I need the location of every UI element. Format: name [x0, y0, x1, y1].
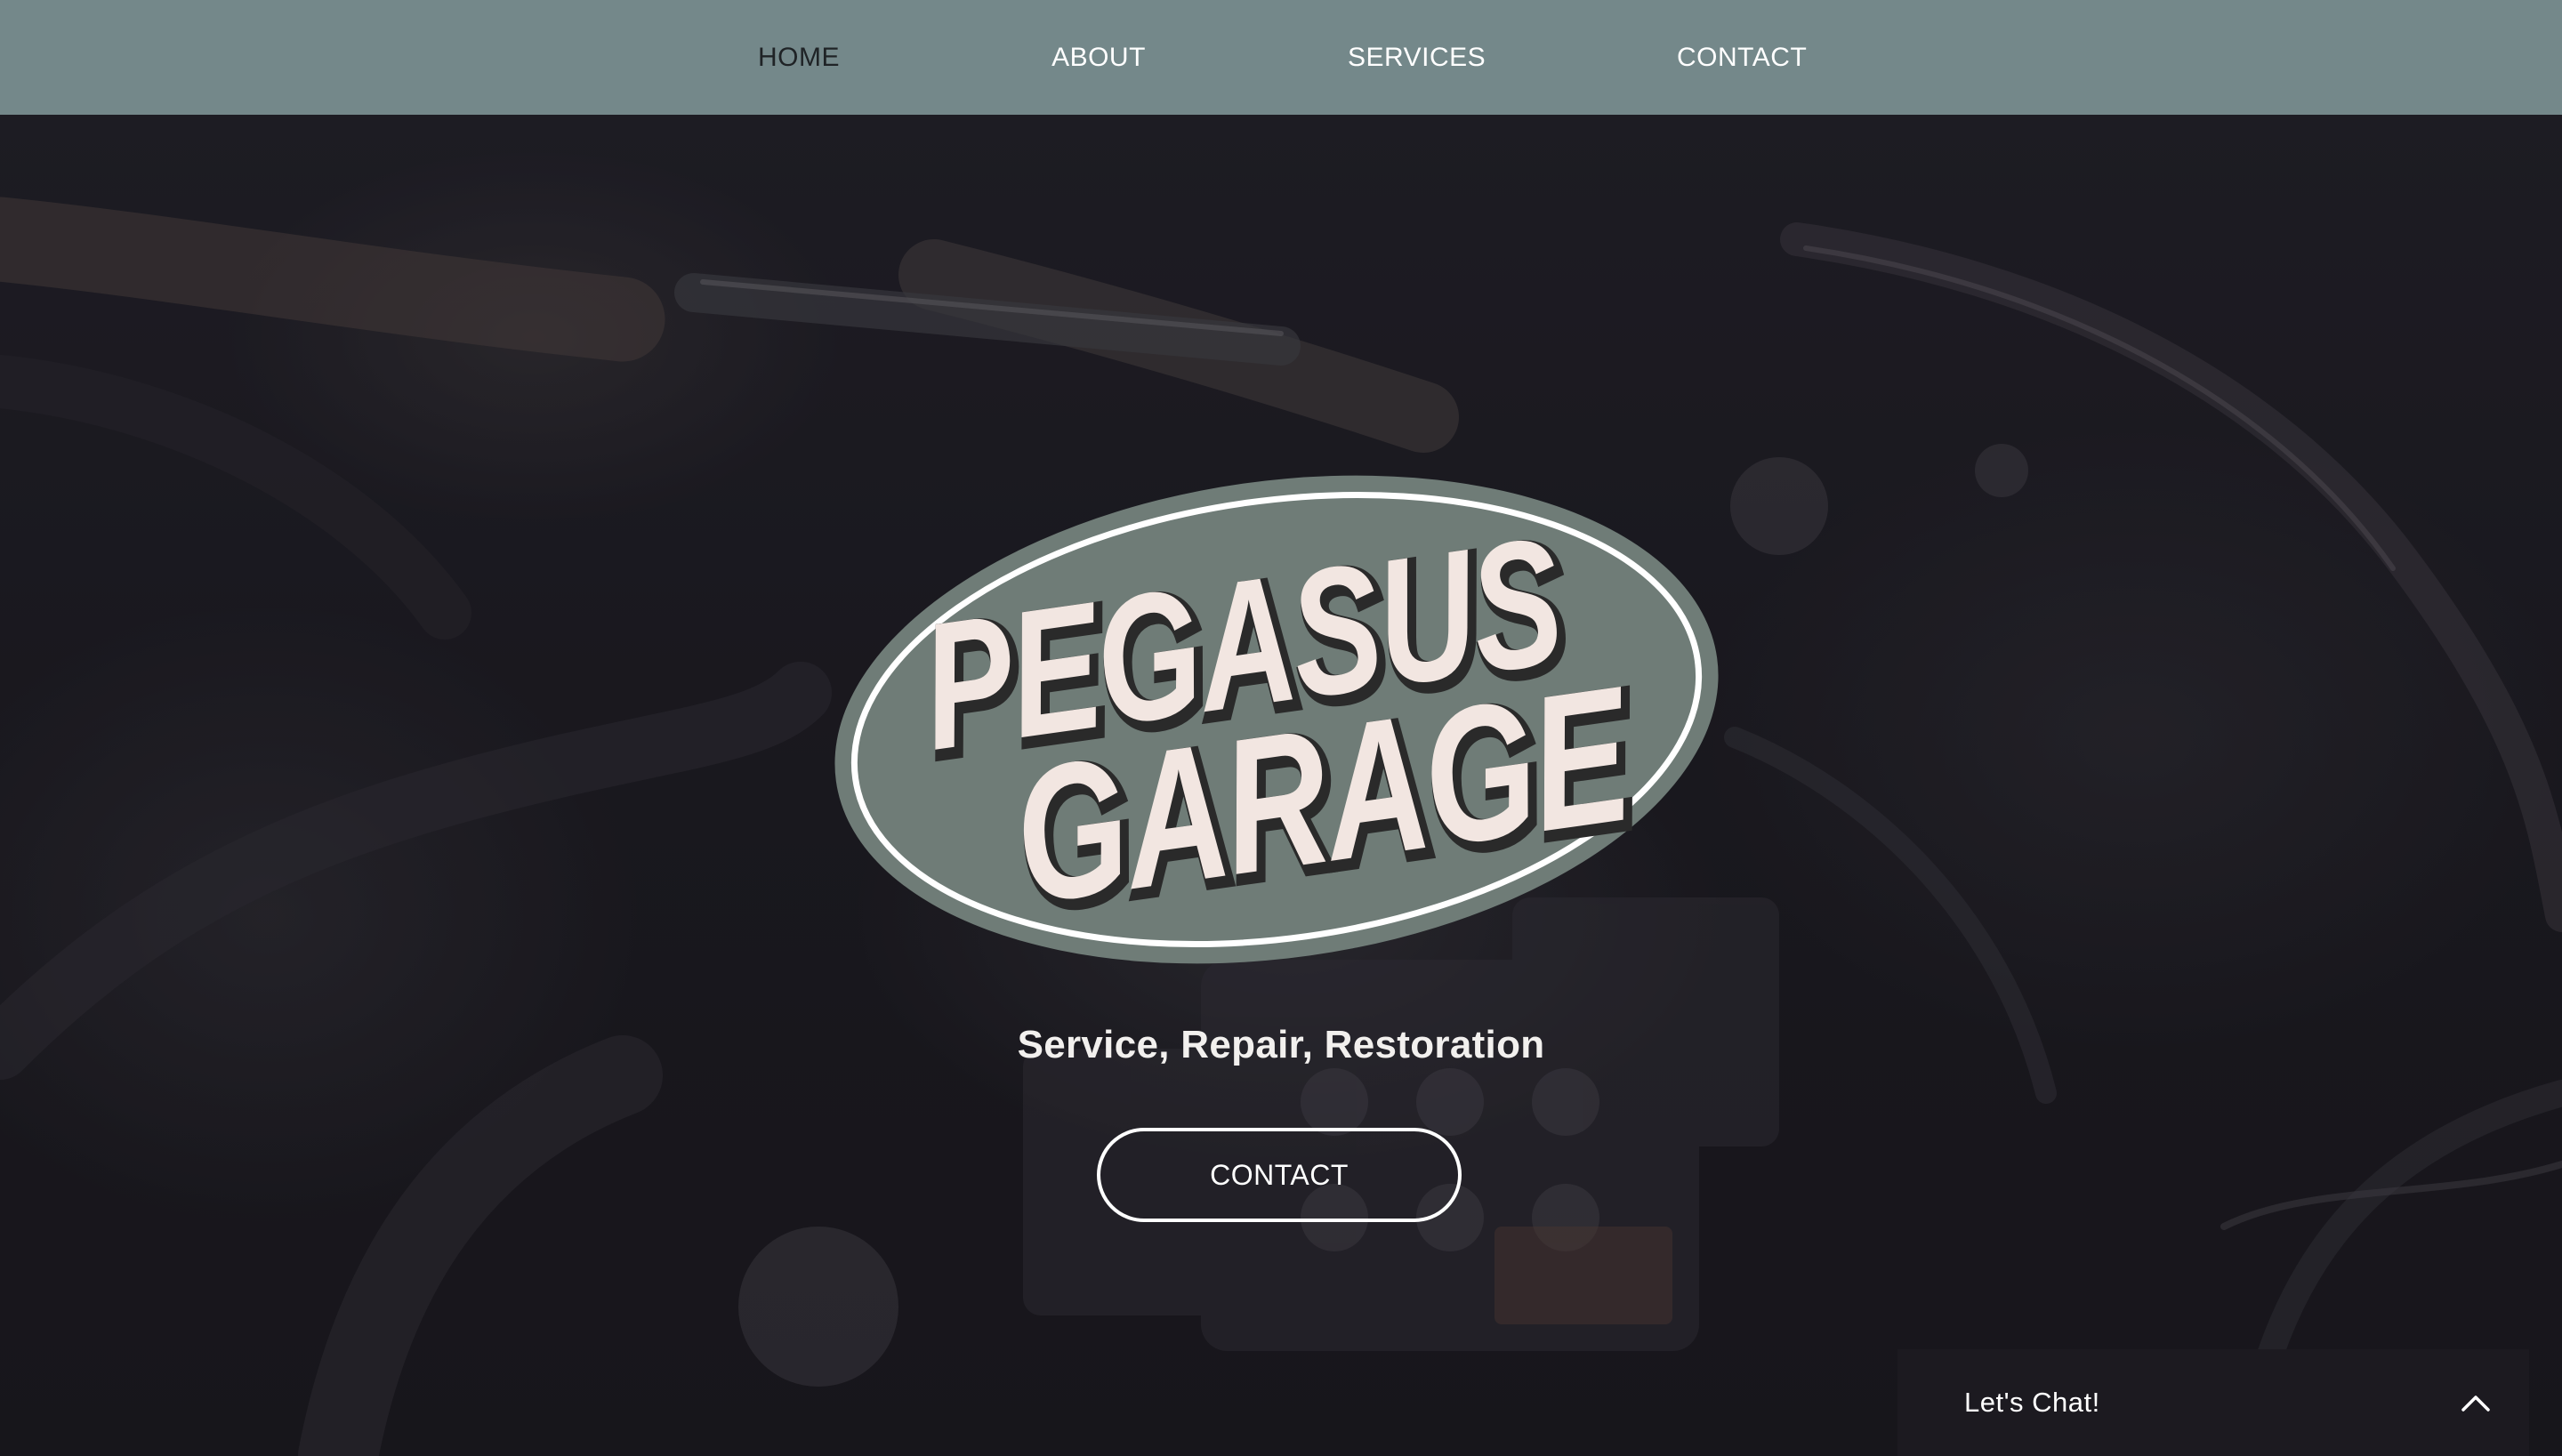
- nav-item-home[interactable]: HOME: [745, 0, 852, 115]
- nav-item-about[interactable]: ABOUT: [1045, 0, 1152, 115]
- hero-section: PEGASUS PEGASUS GARAGE GARAGE: [0, 115, 2562, 1456]
- hero-tagline: Service, Repair, Restoration: [1017, 1023, 1545, 1066]
- page: HOME ABOUT SERVICES CONTACT PEGASUS PEGA…: [0, 0, 2562, 1456]
- pegasus-garage-logo[interactable]: PEGASUS PEGASUS GARAGE GARAGE: [823, 453, 1730, 986]
- chat-widget[interactable]: Let's Chat!: [1897, 1349, 2529, 1456]
- top-nav: HOME ABOUT SERVICES CONTACT: [0, 0, 2562, 115]
- contact-button[interactable]: CONTACT: [1097, 1128, 1462, 1222]
- nav-item-contact[interactable]: CONTACT: [1677, 0, 1807, 115]
- chat-label: Let's Chat!: [1964, 1387, 2100, 1418]
- chevron-up-icon[interactable]: [2458, 1385, 2494, 1420]
- nav-item-services[interactable]: SERVICES: [1348, 0, 1486, 115]
